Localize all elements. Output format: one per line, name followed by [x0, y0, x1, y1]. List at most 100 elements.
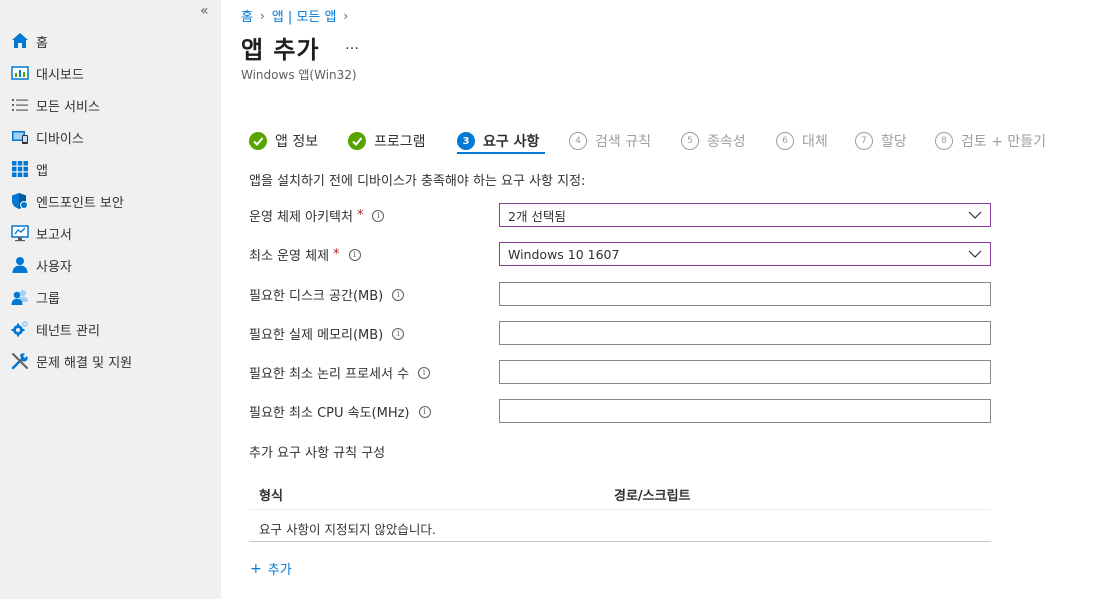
step-program[interactable]: 프로그램: [348, 126, 426, 156]
chevron-down-icon: [968, 248, 982, 263]
empty-table-message: 요구 사항이 지정되지 않았습니다.: [259, 522, 436, 537]
dropdown-value: 2개 선택됨: [508, 208, 566, 224]
list-icon: [10, 95, 30, 115]
step-label: 할당: [881, 134, 907, 150]
step-detection-rules[interactable]: 4 검색 규칙: [569, 126, 651, 156]
logical-processors-row: 필요한 최소 논리 프로세서 수 i: [249, 360, 991, 384]
breadcrumb-apps-link[interactable]: 앱 | 모든 앱: [272, 6, 337, 25]
os-architecture-dropdown[interactable]: 2개 선택됨: [499, 203, 991, 227]
sidebar-item-home[interactable]: 홈: [10, 28, 48, 54]
step-label: 검색 규칙: [595, 134, 651, 150]
cpu-speed-label-group: 필요한 최소 CPU 속도(MHz) i: [249, 402, 431, 421]
step-dependencies[interactable]: 5 종속성: [681, 126, 746, 156]
field-label: 필요한 실제 메모리(MB): [249, 328, 384, 343]
step-label: 종속성: [707, 134, 746, 150]
step-number-badge: 4: [569, 132, 587, 150]
sidebar-item-users[interactable]: 사용자: [10, 252, 72, 278]
sidebar-item-dashboard[interactable]: 대시보드: [10, 60, 84, 86]
physical-memory-row: 필요한 실제 메모리(MB) i: [249, 321, 991, 345]
cpu-speed-input[interactable]: [499, 399, 991, 423]
step-app-info[interactable]: 앱 정보: [249, 126, 318, 156]
dropdown-value: Windows 10 1607: [508, 246, 620, 262]
devices-icon: [10, 127, 30, 147]
sidebar-item-label: 홈: [36, 35, 48, 51]
table-header-row: 형식 경로/스크립트: [249, 478, 991, 510]
requirements-instruction: 앱을 설치하기 전에 디바이스가 충족해야 하는 요구 사항 지정:: [249, 174, 586, 189]
sidebar-item-groups[interactable]: 그룹: [10, 284, 60, 310]
info-icon[interactable]: i: [392, 327, 405, 340]
step-review-create[interactable]: 8 검토 + 만들기: [935, 126, 1046, 156]
sidebar-item-devices[interactable]: 디바이스: [10, 124, 84, 150]
page-subtitle: Windows 앱(Win32): [241, 68, 357, 82]
plus-icon: +: [250, 560, 262, 577]
logical-processors-input[interactable]: [499, 360, 991, 384]
physical-memory-input[interactable]: [499, 321, 991, 345]
home-icon: [10, 31, 30, 51]
info-icon[interactable]: i: [348, 248, 361, 261]
additional-rules-title: 추가 요구 사항 규칙 구성: [249, 446, 386, 461]
reports-icon: [10, 223, 30, 243]
field-label: 최소 운영 체제: [249, 249, 330, 264]
sidebar-item-endpoint-security[interactable]: 엔드포인트 보안: [10, 188, 124, 214]
minimum-os-row: 최소 운영 체제 * i Windows 10 1607: [249, 242, 991, 266]
step-label: 검토 + 만들기: [961, 134, 1047, 150]
tenant-gear-icon: [10, 319, 30, 339]
sidebar-item-label: 모든 서비스: [36, 99, 100, 115]
step-label: 프로그램: [374, 134, 426, 150]
os-architecture-row: 운영 체제 아키텍처 * i 2개 선택됨: [249, 203, 991, 227]
column-header-type[interactable]: 형식: [259, 485, 283, 504]
sidebar-item-label: 엔드포인트 보안: [36, 195, 124, 211]
disk-space-label-group: 필요한 디스크 공간(MB) i: [249, 285, 405, 304]
group-icon: [10, 287, 30, 307]
sidebar-item-label: 사용자: [36, 259, 72, 275]
sidebar-item-all-services[interactable]: 모든 서비스: [10, 92, 100, 118]
sidebar-item-label: 디바이스: [36, 131, 84, 147]
sidebar-item-tenant-admin[interactable]: 테넌트 관리: [10, 316, 100, 342]
required-asterisk: *: [356, 208, 364, 223]
minimum-os-label-group: 최소 운영 체제 * i: [249, 245, 361, 264]
active-step-indicator: [457, 152, 545, 154]
sidebar-item-apps[interactable]: 앱: [10, 156, 48, 182]
collapse-sidebar-button[interactable]: «: [200, 3, 209, 19]
sidebar-item-troubleshooting[interactable]: 문제 해결 및 지원: [10, 348, 132, 374]
sidebar-item-label: 문제 해결 및 지원: [36, 355, 133, 371]
required-asterisk: *: [333, 247, 340, 262]
step-number-badge: 6: [776, 132, 794, 150]
chevron-down-icon: [968, 209, 982, 224]
cpu-speed-row: 필요한 최소 CPU 속도(MHz) i: [249, 399, 991, 423]
chevron-right-icon: ›: [343, 8, 349, 23]
field-label: 운영 체제 아키텍처: [249, 210, 353, 225]
step-label: 앱 정보: [275, 134, 319, 150]
sidebar-item-label: 테넌트 관리: [36, 323, 100, 339]
requirement-rules-table: 형식 경로/스크립트 요구 사항이 지정되지 않았습니다.: [249, 478, 991, 542]
checkmark-icon: [249, 132, 267, 150]
step-number-badge: 8: [935, 132, 953, 150]
step-supersedence[interactable]: 6 대체: [776, 126, 828, 156]
sidebar-item-label: 대시보드: [36, 67, 84, 83]
disk-space-row: 필요한 디스크 공간(MB) i: [249, 282, 991, 306]
step-number-badge: 7: [855, 132, 873, 150]
user-icon: [10, 255, 30, 275]
info-icon[interactable]: i: [418, 366, 431, 379]
column-header-path-script[interactable]: 경로/스크립트: [614, 485, 691, 504]
field-label: 필요한 디스크 공간(MB): [249, 289, 384, 304]
disk-space-input[interactable]: [499, 282, 991, 306]
os-architecture-label-group: 운영 체제 아키텍처 * i: [249, 206, 385, 225]
info-icon[interactable]: i: [392, 288, 405, 301]
breadcrumb: 홈 › 앱 | 모든 앱 ›: [241, 6, 355, 26]
table-row: 요구 사항이 지정되지 않았습니다.: [249, 510, 991, 542]
add-requirement-rule-button[interactable]: + 추가: [250, 559, 292, 579]
breadcrumb-home-link[interactable]: 홈: [241, 6, 253, 25]
info-icon[interactable]: i: [418, 405, 431, 418]
more-options-button[interactable]: …: [345, 37, 360, 53]
step-assignments[interactable]: 7 할당: [855, 126, 907, 156]
field-label: 필요한 최소 CPU 속도(MHz): [249, 406, 410, 421]
checkmark-icon: [348, 132, 366, 150]
minimum-os-dropdown[interactable]: Windows 10 1607: [499, 242, 991, 266]
dashboard-icon: [10, 63, 30, 83]
logical-processors-label-group: 필요한 최소 논리 프로세서 수 i: [249, 363, 431, 382]
info-icon[interactable]: i: [372, 209, 385, 222]
step-label: 대체: [802, 134, 828, 150]
sidebar-item-label: 보고서: [36, 227, 72, 243]
sidebar-item-reports[interactable]: 보고서: [10, 220, 72, 246]
